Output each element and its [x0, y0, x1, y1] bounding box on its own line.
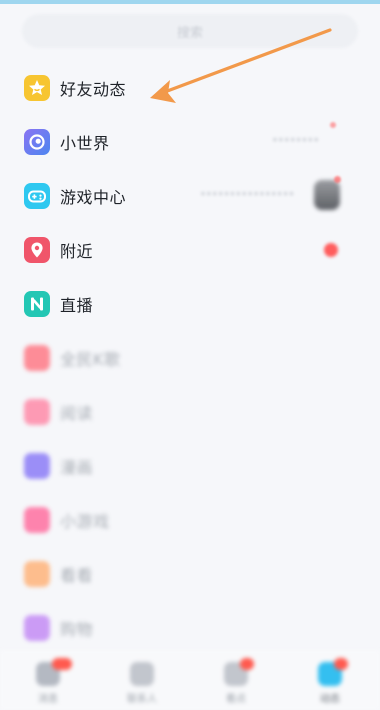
comic-icon [24, 453, 50, 479]
tab-badge [240, 658, 254, 670]
menu-item-label: 购物 [60, 620, 94, 639]
menu-item-blurred-6[interactable]: 购物 [0, 602, 380, 656]
star-icon [24, 75, 50, 101]
tab-label: 看点 [226, 694, 246, 705]
menu-item-label: 小游戏 [60, 512, 110, 531]
menu-item-live[interactable]: 直播 [0, 278, 380, 332]
reading-icon [24, 399, 50, 425]
bottom-tab-bar: 消息 联系人 看点 动态 [0, 650, 380, 710]
menu-item-blurred-4[interactable]: 小游戏 [0, 494, 380, 548]
tab-feed[interactable]: 动态 [300, 658, 360, 705]
menu-item-label: 看看 [60, 566, 94, 585]
mini-game-icon [24, 507, 50, 533]
contacts-icon [130, 662, 154, 686]
notification-dot [334, 176, 341, 183]
menu-item-label: 好友动态 [60, 80, 127, 99]
tab-badge [334, 658, 348, 670]
search-placeholder: 搜索 [176, 26, 203, 41]
menu-item-label: 直播 [60, 296, 94, 315]
menu-item-nearby[interactable]: 附近 [0, 224, 380, 278]
swirl-icon [24, 129, 50, 155]
game-thumbnail [314, 180, 340, 210]
location-pin-icon [24, 237, 50, 263]
menu-item-label: 漫画 [60, 458, 94, 477]
menu-item-blurred-1[interactable]: 全民K歌 [0, 332, 380, 386]
tab-label: 消息 [38, 694, 58, 705]
menu-item-game-center[interactable]: 游戏中心 •••••••••••••••• [0, 170, 380, 224]
menu-item-label: 小世界 [60, 134, 110, 153]
menu-item-label: 阅读 [60, 404, 94, 423]
menu-item-blurred-5[interactable]: 看看 [0, 548, 380, 602]
tab-messages[interactable]: 消息 [18, 658, 78, 705]
notification-badge [324, 243, 338, 257]
search-bar[interactable]: 搜索 [22, 14, 358, 48]
screen: 搜索 好友动态 小世界 •••••••• 游戏中心 ••••••••••••••… [0, 0, 380, 710]
small-world-hint-text: •••••••• [272, 135, 320, 146]
status-strip [0, 0, 380, 4]
tab-contacts[interactable]: 联系人 [112, 660, 172, 705]
tab-badge [52, 658, 72, 670]
tab-label: 联系人 [127, 694, 157, 705]
tab-discover[interactable]: 看点 [206, 658, 266, 705]
notification-dot [330, 122, 336, 128]
watch-icon [24, 561, 50, 587]
menu-item-small-world[interactable]: 小世界 •••••••• [0, 116, 380, 170]
tab-label: 动态 [320, 694, 340, 705]
gamepad-icon [24, 183, 50, 209]
menu-item-label: 附近 [60, 242, 94, 261]
live-icon [24, 291, 50, 317]
karaoke-icon [24, 345, 50, 371]
menu-item-label: 全民K歌 [60, 350, 121, 369]
menu-item-blurred-2[interactable]: 阅读 [0, 386, 380, 440]
menu-item-friends-feed[interactable]: 好友动态 [0, 62, 380, 116]
game-center-hint-text: •••••••••••••••• [200, 189, 295, 200]
shopping-icon [24, 615, 50, 641]
menu-item-label: 游戏中心 [60, 188, 127, 207]
menu-item-blurred-3[interactable]: 漫画 [0, 440, 380, 494]
